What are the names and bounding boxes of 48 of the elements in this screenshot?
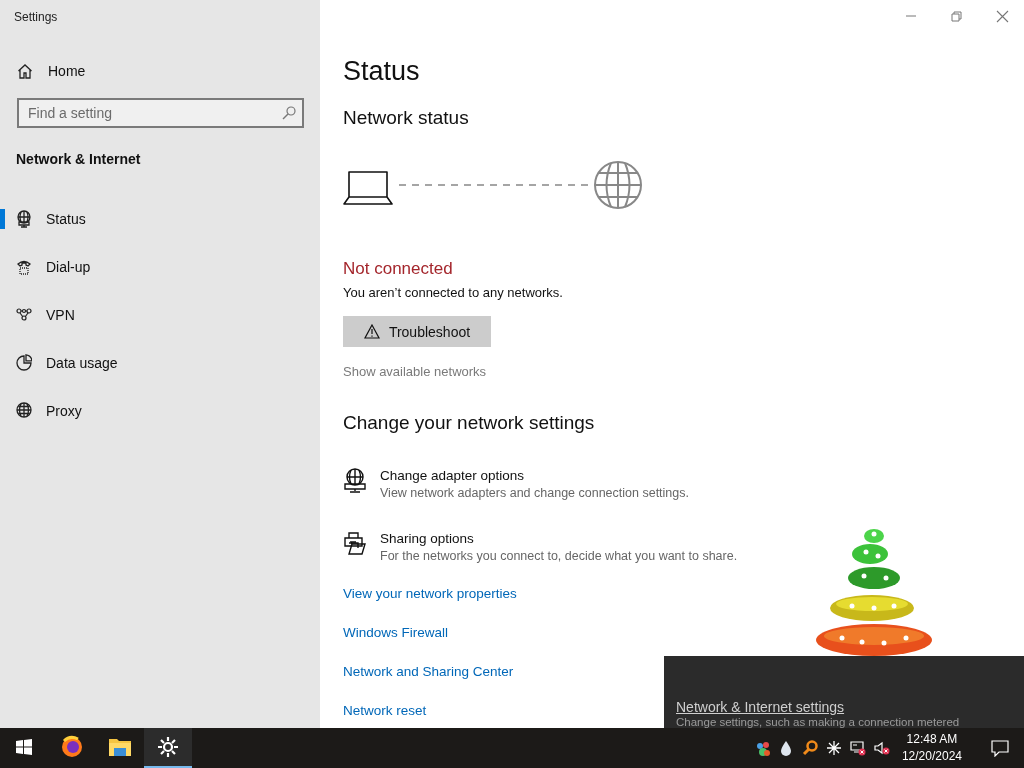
magnifier-icon[interactable] [801, 740, 818, 756]
troubleshoot-button[interactable]: Troubleshoot [343, 316, 491, 347]
taskbar-app[interactable] [144, 728, 192, 768]
option-link[interactable]: Change adapter options [380, 468, 525, 483]
printer-folder-icon [343, 531, 367, 556]
globe-monitor-icon [16, 210, 32, 228]
settings-link[interactable]: Network reset [343, 702, 427, 719]
restore-icon [949, 9, 963, 23]
window-title: Settings [13, 9, 59, 26]
search-icon [282, 106, 296, 120]
close-icon [995, 9, 1009, 23]
settings-link[interactable]: Network and Sharing Center [343, 663, 514, 680]
section-heading: Change your network settings [343, 412, 595, 434]
option-description: View network adapters and change connection settings. [380, 486, 689, 500]
globe-icon [593, 160, 643, 210]
search-field[interactable]: Find a setting [17, 98, 304, 128]
settings-link[interactable]: Windows Firewall [343, 624, 449, 641]
nav-item[interactable]: Data usage [0, 339, 320, 387]
settings-link[interactable]: Network & Internet settings [676, 699, 845, 715]
flyout-description: Change settings, such as making a connection metered [676, 716, 960, 728]
browser-icon [60, 735, 84, 759]
section-heading: Network & Internet [16, 151, 142, 167]
option-description: For the networks you connect to, decide what you want to share. [380, 549, 738, 563]
nav-item[interactable]: Proxy [0, 387, 320, 435]
network-error-icon[interactable] [849, 740, 866, 756]
asterisk-icon[interactable] [825, 740, 842, 756]
nav-item[interactable]: Status [0, 195, 320, 243]
status-message: You aren’t connected to any networks. [343, 285, 563, 300]
nav-item[interactable]: VPN [0, 291, 320, 339]
windows-logo-icon [16, 739, 32, 755]
globe-icon [16, 402, 32, 420]
connection-status: Not connected [343, 259, 453, 279]
settings-link[interactable]: View your network properties [343, 585, 517, 602]
pie-chart-icon [16, 354, 32, 372]
vpn-nodes-icon [16, 306, 32, 324]
speech-bubble-icon [991, 739, 1009, 757]
taskbar-clock[interactable]: 12:48 AM 12/20/2024 [901, 731, 962, 765]
nav-item[interactable]: Dial-up [0, 243, 320, 291]
warning-icon [363, 324, 380, 339]
option-link[interactable]: Sharing options [380, 531, 474, 546]
page-title: Status [343, 56, 420, 87]
section-heading: Network status [343, 107, 469, 129]
show-networks-link[interactable]: Show available networks [343, 364, 487, 379]
home-link[interactable]: Home [17, 63, 86, 79]
globe-monitor-icon [343, 468, 367, 493]
home-icon [17, 63, 33, 79]
speaker-muted-icon[interactable] [873, 740, 890, 756]
telephone-icon [16, 258, 32, 276]
